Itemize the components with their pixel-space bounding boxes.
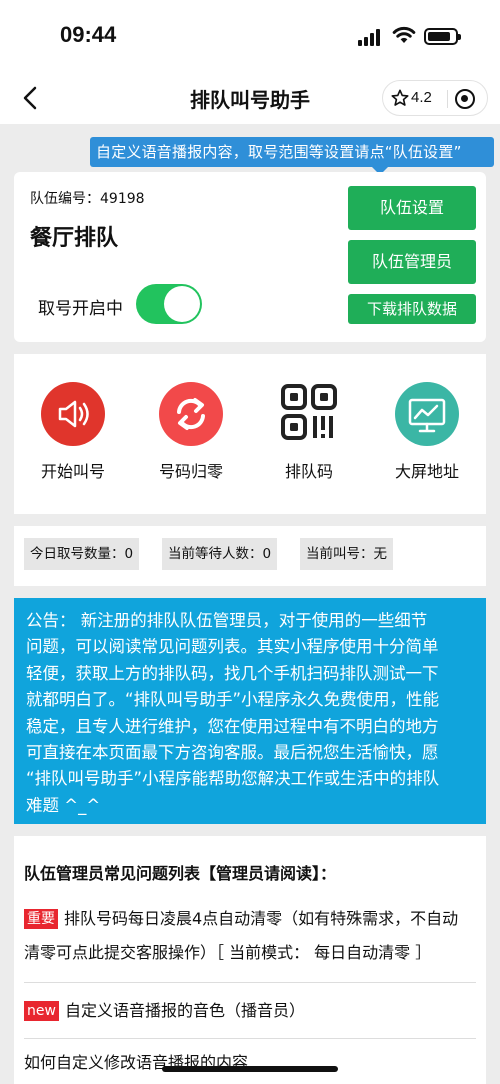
status-bar: 09:44	[0, 0, 500, 72]
team-settings-button[interactable]: 队伍设置	[348, 186, 476, 230]
start-calling-button[interactable]: 开始叫号	[14, 382, 132, 482]
function-label: 号码归零	[158, 462, 223, 481]
important-badge: 重要	[24, 909, 58, 929]
big-screen-button[interactable]: 大屏地址	[368, 382, 486, 482]
team-admin-button[interactable]: 队伍管理员	[348, 240, 476, 284]
announcement-line: 轻便，获取上方的排队码，找几个手机扫码排队测试一下	[26, 663, 439, 683]
queue-code-button[interactable]: 排队码	[250, 382, 368, 482]
faq-item-daily-reset[interactable]: 重要 排队号码每日凌晨4点自动清零（如有特殊需求，不自动 清零可点此提交客服操作）…	[24, 902, 476, 970]
speaker-icon	[41, 382, 105, 446]
announcement-line: 公告： 新注册的排队队伍管理员，对于使用的一些细节	[26, 611, 428, 630]
waiting-count: 当前等待人数：0	[162, 538, 278, 570]
announcement-line: 难题 ^_^	[26, 795, 101, 815]
capsule-divider	[447, 90, 448, 108]
refresh-icon	[159, 382, 223, 446]
new-badge: new	[24, 1001, 59, 1021]
faq-item-custom-voice[interactable]: 如何自定义修改语音播报的内容	[24, 1046, 476, 1080]
faq-item-voice-timbre[interactable]: new 自定义语音播报的音色（播音员）	[24, 994, 476, 1028]
faq-item-text: 自定义语音播报的音色（播音员）	[64, 1001, 305, 1020]
function-grid: 开始叫号 号码归零 排队码 大屏地址	[14, 354, 486, 514]
status-time: 09:44	[60, 22, 117, 47]
announcement-line: 稳定，且专人进行维护，您在使用过程中有不明白的地方	[26, 716, 439, 736]
battery-icon	[424, 28, 461, 45]
announcement-line: 就都明白了。“排队叫号助手”小程序永久免费使用，性能	[26, 690, 440, 710]
today-count: 今日取号数量：0	[24, 538, 140, 570]
reset-number-button[interactable]: 号码归零	[132, 382, 250, 482]
monitor-icon	[395, 382, 459, 446]
team-name: 餐厅排队	[30, 226, 119, 251]
faq-section: 队伍管理员常见问题列表【管理员请阅读】： 重要 排队号码每日凌晨4点自动清零（如有…	[14, 836, 486, 1084]
toggle-label: 取号开启中	[38, 299, 123, 319]
cellular-signal-icon	[358, 29, 384, 46]
divider	[24, 982, 476, 983]
settings-tooltip: 自定义语音播报内容，取号范围等设置请点“队伍设置”	[90, 137, 494, 167]
nav-bar: 排队叫号助手 4.2	[0, 72, 500, 124]
announcement-line: “排队叫号助手”小程序能帮助您解决工作或生活中的排队	[26, 769, 440, 789]
queue-open-toggle[interactable]	[136, 284, 202, 324]
faq-item-text: 清零可点此提交客服操作）［ 当前模式： 每日自动清零 ］	[24, 943, 432, 962]
announcement-line: 问题，可以阅读常见问题列表。其实小程序使用十分简单	[26, 637, 439, 657]
close-miniprogram-icon[interactable]	[455, 89, 475, 109]
divider	[24, 1038, 476, 1039]
current-calling: 当前叫号：无	[300, 538, 393, 570]
star-icon	[391, 89, 409, 106]
function-label: 排队码	[284, 462, 333, 481]
wifi-icon	[392, 26, 416, 43]
stats-bar: 今日取号数量：0 当前等待人数：0 当前叫号：无	[14, 526, 486, 586]
function-label: 大屏地址	[394, 462, 459, 481]
qrcode-icon	[277, 382, 341, 446]
team-card: 队伍编号：49198 餐厅排队 取号开启中 队伍设置 队伍管理员 下载排队数据	[14, 172, 486, 342]
faq-item-text: 排队号码每日凌晨4点自动清零（如有特殊需求，不自动	[64, 909, 459, 928]
announcement: 公告： 新注册的排队队伍管理员，对于使用的一些细节 问题，可以阅读常见问题列表。…	[14, 598, 486, 824]
rating-value: 4.2	[411, 89, 432, 106]
download-data-button[interactable]: 下载排队数据	[348, 294, 476, 324]
team-id: 队伍编号：49198	[30, 191, 145, 207]
home-indicator[interactable]	[162, 1066, 338, 1072]
faq-title: 队伍管理员常见问题列表【管理员请阅读】：	[24, 864, 337, 883]
announcement-line: 可直接在本页面最下方咨询客服。最后祝您生活愉快，愿	[26, 743, 439, 763]
miniprogram-capsule[interactable]: 4.2	[382, 80, 488, 116]
function-label: 开始叫号	[40, 462, 105, 481]
